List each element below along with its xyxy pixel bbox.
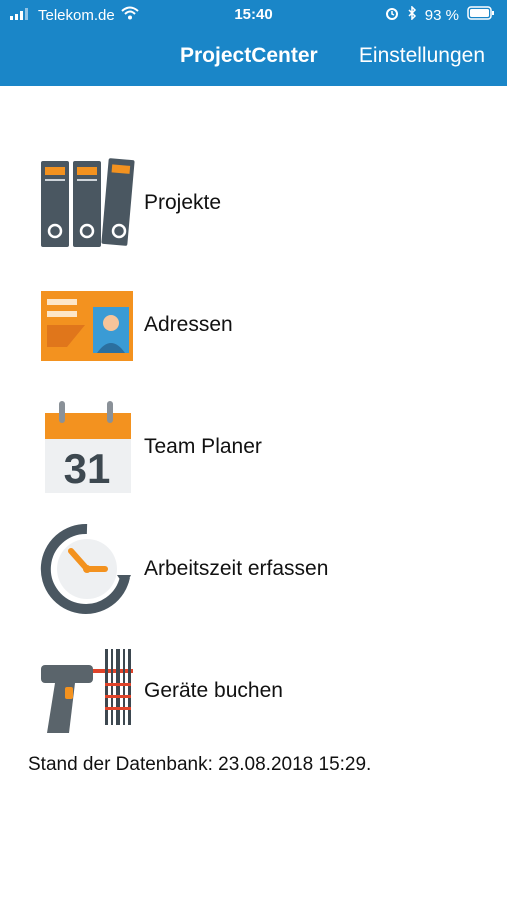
header-bar: Telekom.de 15:40 93 % ProjectCenter Eins… [0, 0, 507, 86]
bluetooth-icon [407, 5, 417, 24]
menu-item-arbeitszeit[interactable]: Arbeitszeit erfassen [38, 519, 478, 619]
menu-item-label: Geräte buchen [144, 679, 283, 702]
menu-item-label: Adressen [144, 313, 233, 336]
menu-item-projekte[interactable]: Projekte [38, 153, 478, 253]
menu-item-geraete[interactable]: Geräte buchen [38, 641, 478, 741]
calendar-day-text: 31 [64, 445, 111, 492]
battery-label: 93 % [424, 6, 459, 24]
menu-item-team-planer[interactable]: 31 Team Planer [38, 397, 478, 497]
binders-icon [38, 154, 136, 252]
menu-item-adressen[interactable]: Adressen [38, 275, 478, 375]
status-right: 93 % [385, 5, 495, 24]
calendar-icon: 31 [38, 398, 136, 496]
barcode-scanner-icon [38, 642, 136, 740]
settings-button[interactable]: Einstellungen [359, 44, 485, 68]
address-card-icon [38, 276, 136, 374]
menu-item-label: Projekte [144, 191, 222, 214]
alarm-icon [385, 6, 399, 24]
menu-item-label: Arbeitszeit erfassen [144, 557, 329, 580]
app-title: ProjectCenter [180, 44, 318, 67]
db-status-text: Stand der Datenbank: 23.08.2018 15:29. [28, 754, 372, 775]
status-bar: Telekom.de 15:40 93 % [0, 0, 507, 30]
clock-icon [38, 520, 136, 618]
battery-icon [467, 6, 495, 24]
menu-item-label: Team Planer [144, 435, 262, 458]
